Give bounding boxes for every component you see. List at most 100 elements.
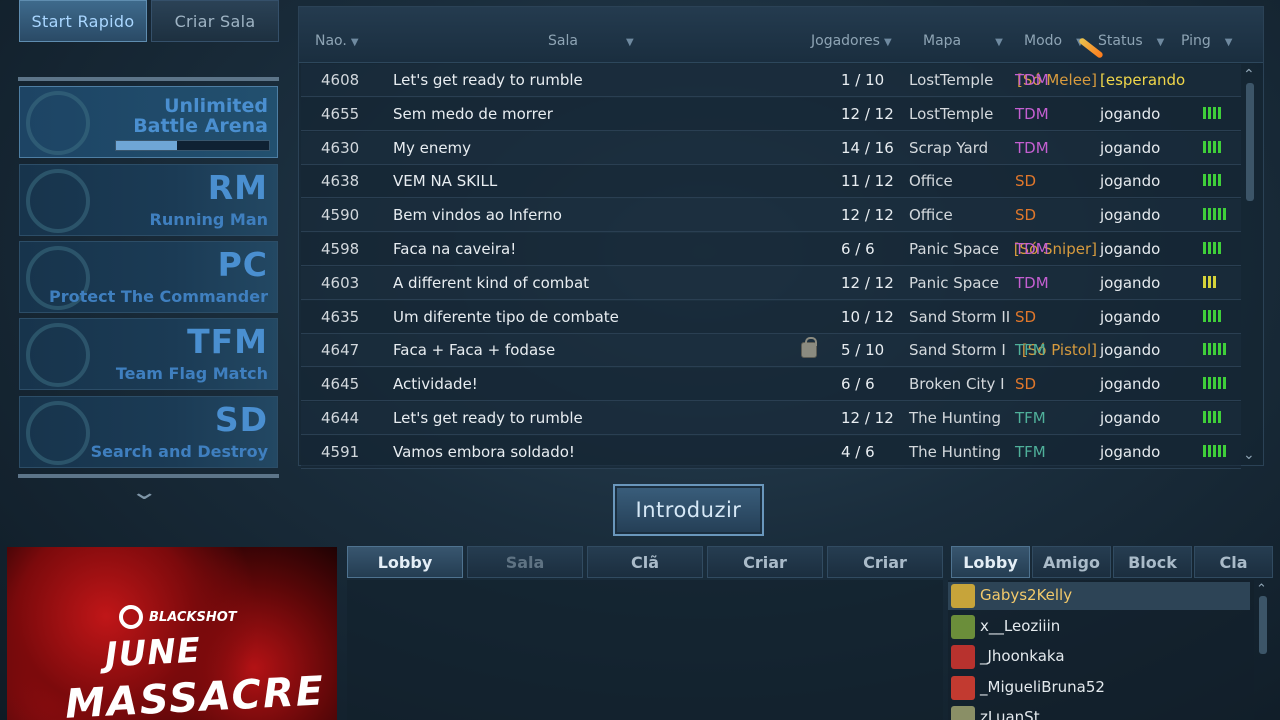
ping-bar [1213,275,1216,288]
room-map: Broken City I [909,375,1005,394]
header-mode[interactable]: Modo▼ [1024,33,1084,49]
room-status: jogando [1100,409,1161,427]
player-list-scrollbar[interactable] [1259,596,1267,654]
room-map: Sand Storm I [909,341,1006,360]
header-ping[interactable]: Ping ▼ [1181,33,1233,49]
room-number: 4590 [321,206,360,225]
room-row[interactable]: 4655 Sem medo de morrer 12 / 12 LostTemple T… [301,97,1241,131]
player-list-tab[interactable]: Cla [1194,546,1273,578]
ping-bar [1208,377,1211,390]
game-mode-name: Protect The Commander [49,287,268,306]
header-status[interactable]: Status ▼ [1098,33,1164,49]
chat-tab[interactable]: Sala [467,546,583,578]
game-mode-card[interactable]: TFM Team Flag Match [19,318,278,390]
player-row[interactable]: Gabys2Kelly [948,582,1250,610]
player-list-tab[interactable]: Lobby [951,546,1030,578]
room-row[interactable]: 4635 Um diferente tipo de combate 10 / 12 S… [301,300,1241,334]
room-row[interactable]: 4591 Vamos embora soldado! 4 / 6 The Huntin… [301,435,1241,469]
room-row[interactable]: 4603 A different kind of combat 12 / 12 Pan… [301,266,1241,300]
sort-arrow-icon: ▼ [625,37,634,48]
room-mode: TFM [1015,409,1046,427]
rank-icon [951,614,975,639]
header-players[interactable]: Jogadores ▼ [811,33,892,49]
room-name: Faca na caveira! [393,240,517,258]
room-list-scroll-up-icon[interactable]: ⌃ [1243,67,1255,83]
ping-bar [1208,106,1211,119]
banner-title-line1: JUNE [104,630,202,676]
game-mode-name: Running Man [149,210,269,229]
rank-icon [951,706,975,720]
room-row[interactable]: 4598 Faca na caveira! [Só Sniper] 6 / 6 Pani… [301,233,1241,266]
chat-tab[interactable]: Criar [707,546,823,578]
game-mode-card[interactable]: Unlimited Battle Arena [19,86,278,158]
chat-tab[interactable]: Criar [827,546,943,578]
game-mode-abbreviation: SD [214,400,268,439]
chat-message-area[interactable] [347,580,943,720]
room-number: 4645 [321,375,360,394]
room-map: The Hunting [909,442,1002,461]
start-rapido-button[interactable]: Start Rapido [19,0,147,42]
player-row[interactable]: _Jhoonkaka [948,643,1250,671]
header-number[interactable]: Nao. ▼ [315,33,359,49]
ping-bar [1208,174,1211,187]
room-number: 4598 [321,240,360,258]
room-row[interactable]: 4645 Actividade! 6 / 6 Broken City I SD jogan… [301,368,1241,402]
room-map: Office [909,172,953,191]
introduzir-button[interactable]: Introduzir [613,484,764,536]
room-number: 4630 [321,138,360,157]
room-status: jogando [1100,138,1161,157]
game-mode-card[interactable]: SD Search and Destroy [19,396,278,468]
criar-sala-button[interactable]: Criar Sala [151,0,279,42]
event-banner[interactable]: BLACKSHOT JUNE MASSACRE [7,547,337,720]
ping-bar [1208,444,1211,457]
ping-signal-icon [1203,275,1216,288]
dollar-pin-icon [26,169,90,233]
ping-bar [1203,411,1206,423]
sidebar-bottom-divider [18,474,279,478]
room-name: My enemy [393,138,472,157]
room-name: Vamos embora soldado! [393,442,575,461]
ping-bar [1218,411,1221,423]
player-list-tab[interactable]: Amigo [1032,546,1111,578]
player-name: x__Leoziiin [980,616,1061,635]
player-list-tab[interactable]: Block [1113,546,1192,578]
player-name: _MigueliBruna52 [980,677,1105,696]
ping-bar [1203,309,1206,322]
ping-bar [1203,208,1206,221]
player-row[interactable]: zLuanSt [948,704,1250,720]
game-mode-card[interactable]: RM Running Man [19,164,278,236]
blackshot-logo-icon [119,605,143,629]
player-row[interactable]: _MigueliBruna52 [948,674,1250,702]
room-row[interactable]: 4647 Faca + Faca + fodase [Só Pistol] 5 / 1… [301,334,1241,368]
room-status: jogando [1100,273,1161,292]
room-row[interactable]: 4608 Let's get ready to rumble [Só Melee] 1… [301,64,1241,97]
room-list-scrollbar[interactable] [1246,83,1254,201]
header-room[interactable]: Sala ▼ [548,33,634,49]
room-row[interactable]: 4638 VEM NA SKILL 11 / 12 Office SD jogando [301,165,1241,199]
room-player-count: 14 / 16 [841,138,894,157]
room-name: Sem medo de morrer [393,104,553,123]
chat-tab[interactable]: Lobby [347,546,463,578]
chat-tab[interactable]: Clã [587,546,703,578]
room-status: jogando [1100,341,1161,360]
room-row[interactable]: 4644 Let's get ready to rumble 12 / 12 The … [301,402,1241,435]
ping-signal-icon [1203,343,1226,356]
room-mode: SD [1015,307,1037,326]
room-list-scroll-down-icon[interactable]: ⌄ [1243,447,1255,463]
ping-bar [1213,411,1216,423]
header-map[interactable]: Mapa ▼ [923,33,1003,49]
room-row[interactable]: 4630 My enemy 14 / 16 Scrap Yard TDM jogando [301,131,1241,165]
game-mode-card[interactable]: PC Protect The Commander [19,241,278,313]
banner-title-line2: MASSACRE [63,668,327,720]
room-row[interactable]: 4590 Bem vindos ao Inferno 12 / 12 Office SD… [301,199,1241,233]
ping-bar [1203,174,1206,187]
player-row[interactable]: x__Leoziiin [948,613,1250,641]
sidebar-scroll-down-icon[interactable]: ⌄ [129,480,159,505]
sort-arrow-icon: ▼ [1224,37,1233,48]
room-map: LostTemple [909,71,994,89]
room-number: 4647 [321,341,360,360]
sort-arrow-icon: ▼ [1156,37,1165,48]
player-list-scroll-up-icon[interactable]: ⌃ [1256,582,1267,597]
room-mode: TDM [1015,273,1049,292]
room-name: Let's get ready to rumble [393,409,583,427]
